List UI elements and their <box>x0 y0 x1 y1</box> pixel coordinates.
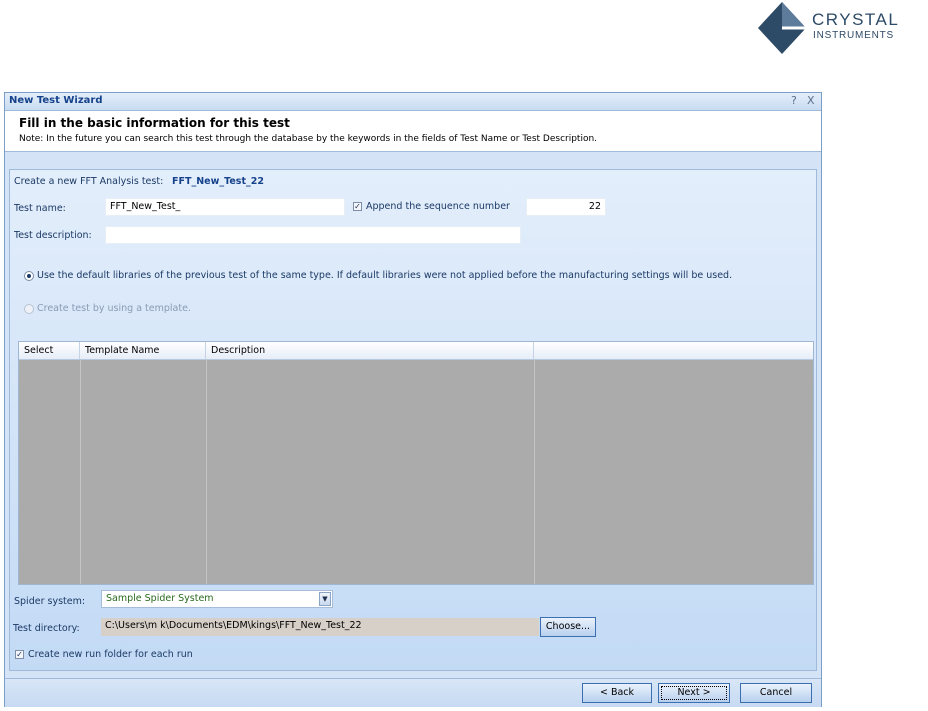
test-directory-label: Test directory: <box>13 623 80 634</box>
next-button[interactable]: Next > <box>658 683 730 703</box>
default-libraries-label: Use the default libraries of the previou… <box>37 270 733 281</box>
spider-system-dropdown[interactable]: Sample Spider System ▼ <box>101 590 333 608</box>
append-sequence-checkbox[interactable]: ✓ <box>353 202 362 211</box>
run-folder-label: Create new run folder for each run <box>28 649 193 660</box>
spider-system-value: Sample Spider System <box>106 593 214 604</box>
header-note: Note: In the future you can search this … <box>19 134 598 144</box>
column-divider <box>534 359 535 584</box>
title-bar: New Test Wizard ? X <box>5 93 821 111</box>
help-button[interactable]: ? <box>791 94 797 107</box>
close-button[interactable]: X <box>807 94 815 107</box>
logo-text-crystal: CRYSTAL <box>812 10 900 29</box>
run-folder-checkbox[interactable]: ✓ <box>15 650 24 659</box>
test-directory-field: C:\Users\m k\Documents\EDM\kings\FFT_New… <box>101 618 539 636</box>
chevron-down-icon[interactable]: ▼ <box>319 592 331 606</box>
column-divider <box>206 359 207 584</box>
wizard-header: Fill in the basic information for this t… <box>5 111 821 152</box>
column-description[interactable]: Description <box>206 342 534 359</box>
new-test-wizard-dialog: New Test Wizard ? X Fill in the basic in… <box>4 92 822 707</box>
column-select[interactable]: Select <box>19 342 80 359</box>
test-description-input[interactable] <box>105 226 521 244</box>
column-divider <box>80 359 81 584</box>
diamond-logo-icon <box>758 2 808 54</box>
header-heading: Fill in the basic information for this t… <box>19 116 290 130</box>
append-sequence-label: Append the sequence number <box>366 201 510 212</box>
button-bar: < Back Next > Cancel <box>5 678 821 707</box>
template-label: Create test by using a template. <box>37 303 191 314</box>
column-extra <box>534 342 813 359</box>
test-name-label: Test name: <box>14 203 66 214</box>
table-header: Select Template Name Description <box>19 342 813 360</box>
test-description-label: Test description: <box>14 230 92 241</box>
create-test-value: FFT_New_Test_22 <box>172 176 264 187</box>
sequence-number-input[interactable]: 22 <box>526 198 606 216</box>
back-button[interactable]: < Back <box>582 683 652 703</box>
spider-system-label: Spider system: <box>14 596 86 607</box>
template-table: Select Template Name Description <box>18 341 814 585</box>
window-title: New Test Wizard <box>9 95 103 106</box>
crystal-instruments-logo: CRYSTAL INSTRUMENTS <box>752 0 928 56</box>
cancel-button[interactable]: Cancel <box>740 683 812 703</box>
test-name-input[interactable]: FFT_New_Test_ <box>105 198 345 216</box>
column-template-name[interactable]: Template Name <box>80 342 206 359</box>
template-radio[interactable] <box>24 304 34 314</box>
choose-directory-button[interactable]: Choose... <box>540 617 596 637</box>
default-libraries-radio[interactable] <box>24 271 34 281</box>
logo-text-instruments: INSTRUMENTS <box>813 30 895 41</box>
create-test-label: Create a new FFT Analysis test: <box>14 176 164 187</box>
